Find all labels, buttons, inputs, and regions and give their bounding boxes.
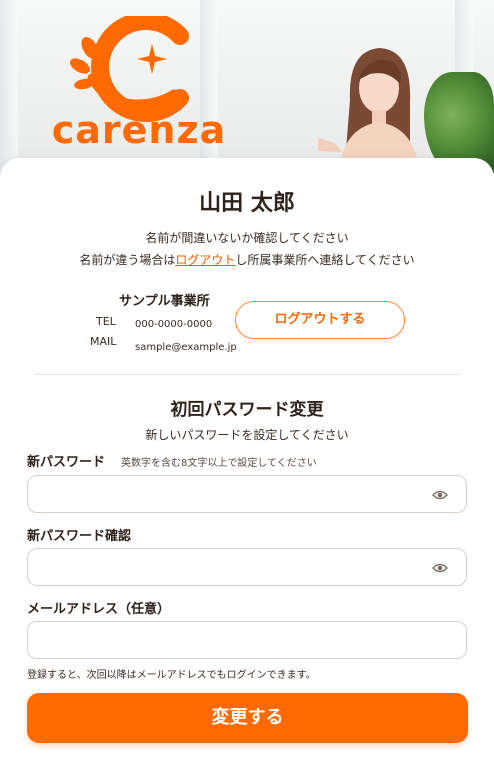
new-password-label: 新パスワード [27,455,106,470]
mail-label: MAIL [90,335,117,348]
email-note: 登録すると、次回以降はメールアドレスでもログインできます。 [27,670,316,681]
email-input[interactable] [27,621,467,659]
new-password-hint: 英数字を含む8文字以上で設定してください [121,458,317,469]
wrong-name-suffix: し所属事業所へ連絡してください [235,253,415,267]
mail-value: sample@example.jp [135,342,237,353]
user-name: 山田 太郎 [199,191,295,216]
tel-value: 000-0000-0000 [135,319,213,330]
password-section-title: 初回パスワード変更 [170,400,324,420]
office-name: サンプル事業所 [119,294,210,309]
window-frame [0,0,18,180]
confirm-password-label: 新パスワード確認 [27,529,132,544]
brand-wordmark: carenza [51,108,227,152]
eye-icon[interactable] [432,489,448,501]
wrong-name-instruction: 名前が違う場合はログアウトし所属事業所へ連絡してください [0,251,494,268]
tel-label: TEL [96,315,116,328]
name-confirm-text: 名前が間違いないか確認してください [145,231,349,245]
confirm-password-input[interactable] [27,548,467,586]
section-divider [34,374,460,375]
eye-icon[interactable] [432,562,448,574]
wrong-name-prefix: 名前が違う場合は [79,253,176,267]
logout-button[interactable]: ログアウトする [235,301,405,339]
submit-button[interactable]: 変更する [27,693,468,743]
email-label: メールアドレス（任意） [27,602,171,617]
new-password-input[interactable] [27,475,467,513]
hero-banner: carenza [0,0,494,180]
password-section-subtitle: 新しいパスワードを設定してください [145,428,349,442]
logout-link[interactable]: ログアウト [175,253,235,267]
